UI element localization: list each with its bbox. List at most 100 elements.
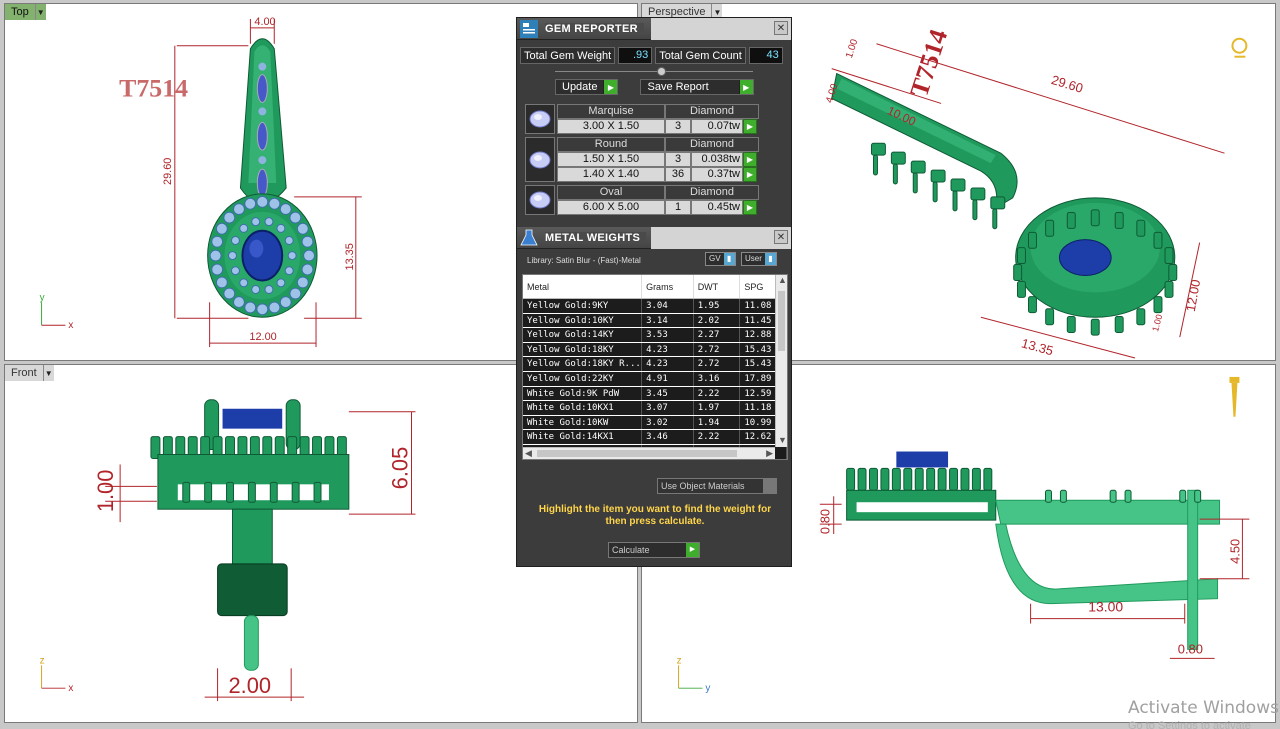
toggle-icon[interactable]: ▮ [723,253,735,265]
table-cell: 1.97 [694,401,741,415]
round-gem [211,263,224,276]
play-icon[interactable]: ▶ [743,119,757,134]
round-gem [251,217,261,227]
close-icon[interactable]: ✕ [774,230,788,244]
table-row[interactable]: White Gold:10KX1 3.07 1.97 11.18 [523,401,787,416]
table-row[interactable]: Yellow Gold:9KY 3.04 1.95 11.08 [523,299,787,314]
gem-weight: 0.038tw [691,152,743,167]
prong [880,467,890,491]
gem-group: Round Diamond 1.50 X 1.50 3 0.038tw ▶ 1.40 X 1… [525,137,791,182]
table-row[interactable]: Yellow Gold:18KY R... 4.23 2.72 15.43 [523,357,787,372]
play-icon[interactable]: ▶ [743,167,757,182]
round-gem [289,211,302,224]
table-cell: 3.16 [694,371,741,386]
totals-row: Total Gem Weight .93 Total Gem Count 43 [517,45,791,65]
table-row[interactable]: Yellow Gold:14KY 3.53 2.27 12.88 [523,328,787,343]
play-icon[interactable]: ▶ [743,152,757,167]
dim-length: 29.60 [1050,72,1085,96]
chevron-left-icon[interactable]: ◀ [525,448,532,459]
play-icon[interactable]: ▶ [743,200,757,215]
dim-top-b: 1.00 [844,37,861,59]
table-cell: White Gold:10KW [523,415,643,430]
play-icon[interactable]: ▶ [738,80,753,94]
post [1124,489,1132,503]
round-gem [284,236,294,245]
round-gem [232,296,245,309]
toggle-icon[interactable]: ▮ [764,253,776,265]
play-icon[interactable]: ▶ [603,80,618,94]
update-button[interactable]: Update ▶ [555,79,619,95]
prong [937,467,947,491]
round-gem [239,223,249,233]
report-buttons: Update ▶ Save Report ▶ [517,79,791,96]
table-row[interactable]: Yellow Gold:18KY 4.23 2.72 15.43 [523,342,787,358]
prong [914,467,924,491]
gem-reporter-header[interactable]: GEM REPORTER ✕ [517,18,791,40]
post [1045,489,1052,503]
bail-bottom [217,563,288,617]
pin [1187,489,1199,650]
metal-weights-table[interactable]: Metal Grams DWT SPG Yellow Gold:9KY 3.04 1.95… [522,274,788,460]
table-cell: 2.22 [694,430,741,444]
gem-material: Diamond [665,104,759,119]
scroll-thumb[interactable] [537,450,737,457]
stone-setting [990,196,1006,210]
gem-row[interactable]: 1.50 X 1.50 3 0.038tw ▶ [557,152,759,167]
prong [1090,209,1100,227]
chevron-up-icon[interactable]: ▲ [778,275,787,285]
prong [983,467,993,491]
column-header[interactable]: DWT [694,275,741,298]
table-cell: 3.07 [642,401,694,415]
chevron-down-icon[interactable]: ▼ [778,435,787,445]
prong [1164,280,1174,298]
column-header[interactable]: Grams [642,275,694,298]
gem-qty: 3 [665,119,691,134]
toggle-icon[interactable] [763,479,776,493]
chevron-right-icon[interactable]: ▶ [766,448,773,459]
total-gem-count-label: Total Gem Count [655,46,746,64]
close-icon[interactable]: ✕ [774,21,788,35]
gallery-bar [291,481,300,503]
gem-reporter-panel: GEM REPORTER ✕ Total Gem Weight .93 Tota… [516,17,792,567]
panel-slider[interactable] [525,67,783,77]
table-row[interactable]: Yellow Gold:22KY 4.91 3.16 17.89 [523,371,787,387]
metal-weights-header[interactable]: METAL WEIGHTS ✕ [517,227,791,249]
dim-head-height: 13.35 [344,243,356,270]
gallery-bar [204,481,213,503]
axis-z-label: z [677,655,682,666]
table-cell: 2.72 [694,357,741,371]
gv-toggle[interactable]: GV ▮ [705,252,736,266]
gem-row[interactable]: 6.00 X 5.00 1 0.45tw ▶ [557,200,759,215]
scroll-thumb[interactable] [778,291,785,351]
use-object-materials-toggle[interactable]: Use Object Materials [657,478,777,494]
round-gem [303,249,316,262]
save-report-button[interactable]: Save Report ▶ [640,79,754,95]
prong [1016,247,1026,265]
gem-group: Oval Diamond 6.00 X 5.00 1 0.45tw ▶ [525,185,791,215]
slider-knob[interactable] [657,67,666,76]
prong [960,467,970,491]
save-report-label: Save Report [647,81,709,93]
horizontal-scrollbar[interactable]: ◀ ▶ [523,447,775,459]
calculate-button[interactable]: Calculate ▶ [608,542,700,558]
gem-row[interactable]: 1.40 X 1.40 36 0.37tw ▶ [557,167,759,182]
table-row[interactable]: Yellow Gold:10KY 3.14 2.02 11.45 [523,313,787,329]
play-icon[interactable]: ▶ [686,543,699,557]
vertical-scrollbar[interactable]: ▲ ▼ [775,275,787,447]
table-row[interactable]: White Gold:14KX1 3.46 2.22 12.62 [523,430,787,445]
prong [1016,280,1026,298]
prong [972,199,978,221]
gem-shape: Marquise [557,104,665,119]
gem-list: Marquise Diamond 3.00 X 1.50 3 0.07tw ▶ Round D… [517,104,791,215]
gem-row[interactable]: 3.00 X 1.50 3 0.07tw ▶ [557,119,759,134]
table-row[interactable]: White Gold:10KW 3.02 1.94 10.99 [523,415,787,431]
column-header[interactable]: Metal [523,275,643,298]
gem-size: 1.40 X 1.40 [557,167,665,182]
oval-center-gem [896,451,949,468]
user-toggle[interactable]: User ▮ [741,252,777,266]
pin [243,615,259,671]
prong [952,190,958,212]
table-cell: White Gold:10KX1 [523,401,643,415]
table-row[interactable]: White Gold:9K PdW 3.45 2.22 12.59 [523,386,787,402]
prong [892,163,898,185]
